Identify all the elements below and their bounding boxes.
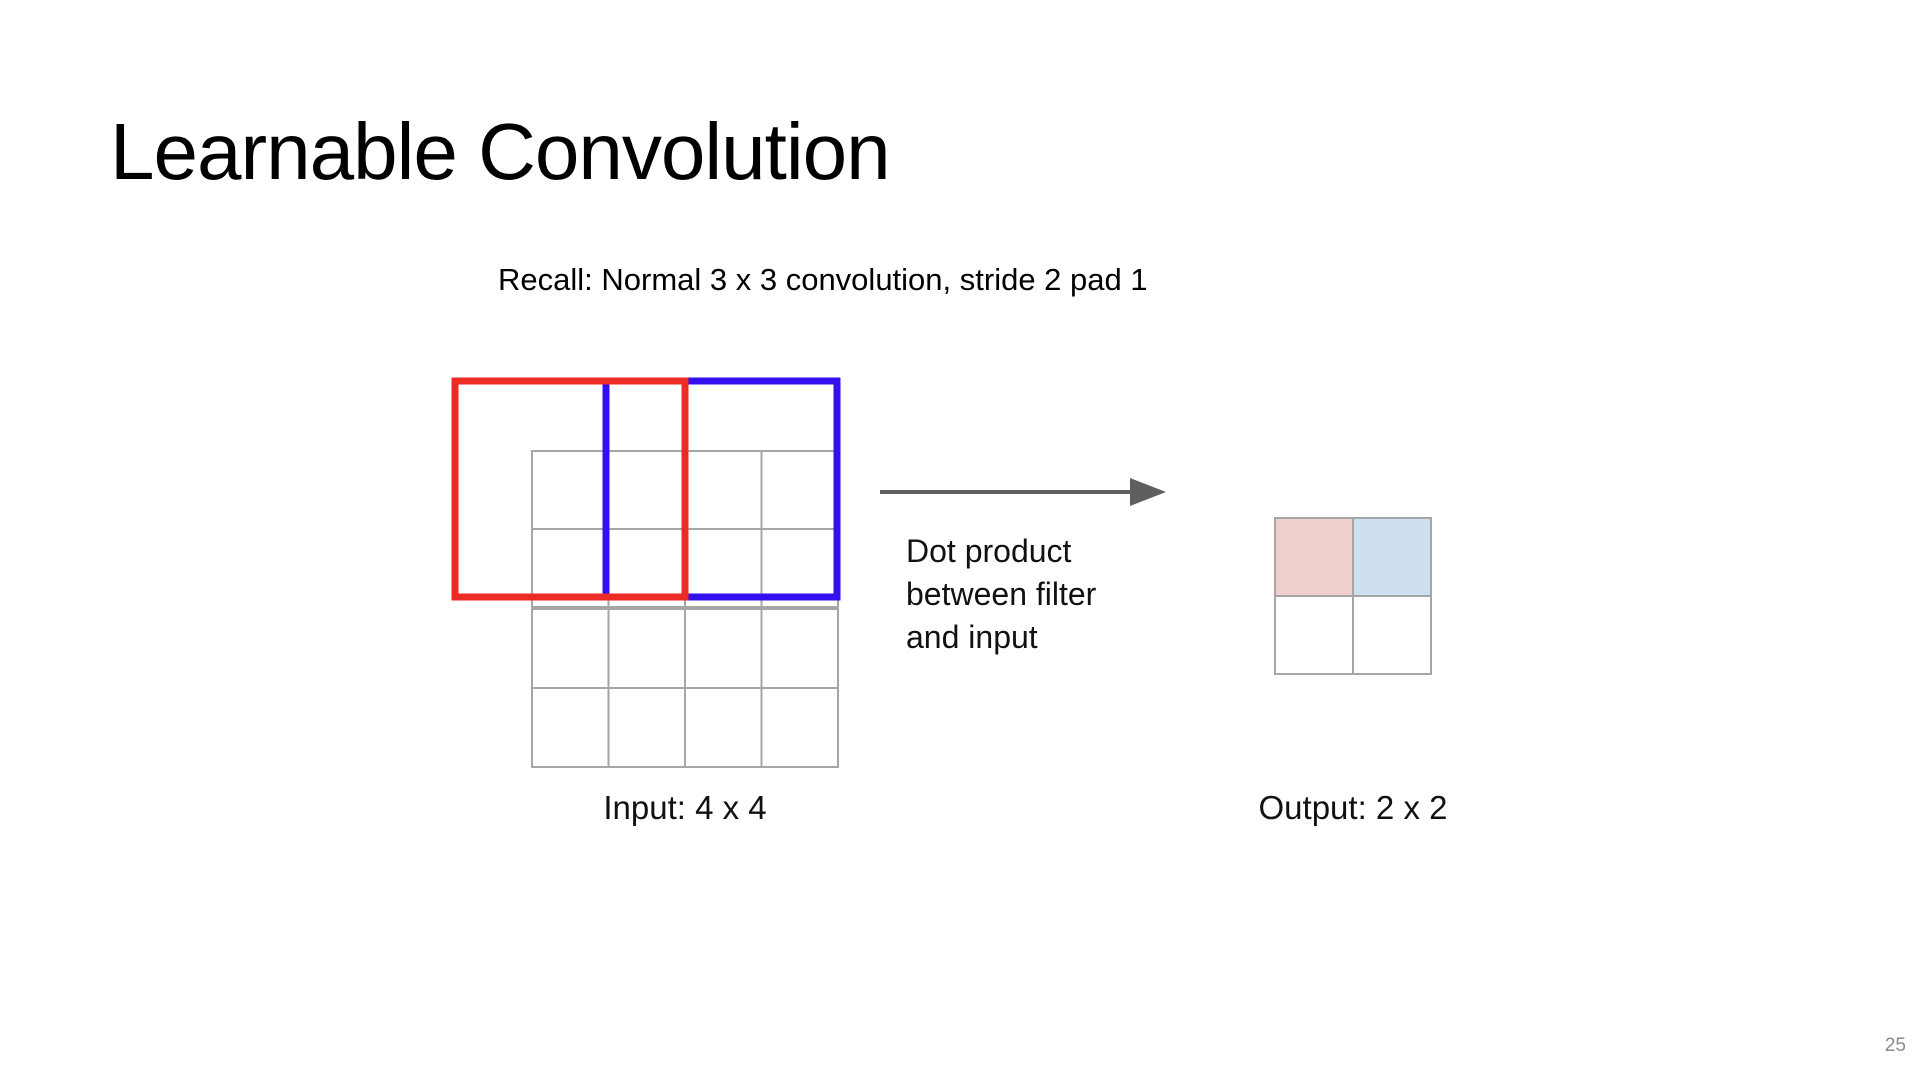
input-label: Input: 4 x 4 [603,789,766,826]
input-cell [607,687,686,768]
output-grid [1274,517,1432,675]
output-cell [1352,595,1432,675]
input-cell [531,450,610,530]
output-label: Output: 2 x 2 [1259,789,1448,826]
arrow-label-line: and input [906,619,1038,655]
input-cell [531,687,610,768]
input-cell [607,450,686,530]
right-arrow-icon [880,478,1166,506]
input-cell [684,608,763,689]
page-number: 25 [1884,1035,1906,1056]
arrow-label-line: between filter [906,576,1097,612]
input-cell [760,608,839,689]
output-cell [1352,517,1432,597]
output-cell [1274,595,1354,675]
output-cell [1274,517,1354,597]
input-cell [607,608,686,689]
input-cell [760,450,839,530]
input-cell [760,687,839,768]
input-cell [684,450,763,530]
input-cell [531,608,610,689]
input-cell [684,687,763,768]
convolution-diagram: Dot product between filter and input Inp… [451,377,1448,826]
arrow-label-line: Dot product [906,533,1072,569]
arrow-label: Dot product between filter and input [906,533,1105,655]
